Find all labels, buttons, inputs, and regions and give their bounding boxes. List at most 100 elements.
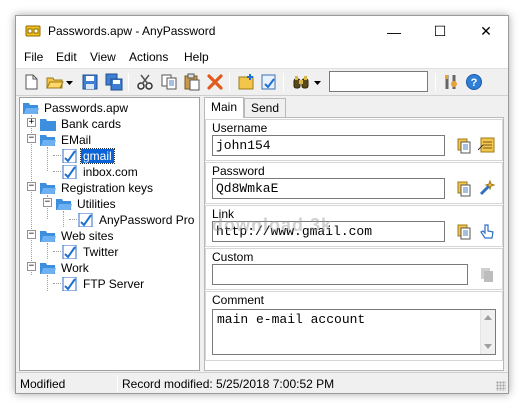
menu-edit[interactable]: Edit [56, 50, 77, 64]
resize-grip-icon[interactable] [496, 381, 506, 391]
paste-icon[interactable] [183, 73, 201, 91]
app-window: Passwords.apw - AnyPassword — ☐ ✕ File E… [15, 15, 509, 394]
tree-line [63, 211, 64, 227]
svg-text:?: ? [471, 77, 478, 89]
toolbar-separator [229, 73, 230, 91]
folder-icon [40, 119, 56, 131]
tree-view[interactable]: + − − − − − Passwords.apw Bank cards EMa… [19, 97, 200, 371]
tree-label: Utilities [77, 197, 116, 211]
tree-label: AnyPassword Pro [99, 213, 195, 227]
collapse-button[interactable]: − [27, 230, 36, 239]
tab-main[interactable]: Main [204, 97, 245, 118]
menu-help[interactable]: Help [184, 50, 209, 64]
scroll-down-icon[interactable] [484, 344, 492, 349]
copy-icon[interactable] [160, 73, 178, 91]
tree-line [47, 243, 48, 259]
copy-custom-icon[interactable] [478, 266, 496, 284]
open-dropdown-icon[interactable] [66, 79, 73, 86]
record-icon [62, 245, 77, 259]
open-folder-icon [23, 103, 39, 114]
toolbar: ? [16, 68, 508, 96]
status-bar: Modified Record modified: 5/25/2018 7:00… [16, 372, 508, 393]
toolbar-separator [128, 73, 129, 91]
search-input[interactable] [329, 71, 428, 92]
collapse-button[interactable]: − [43, 198, 52, 207]
collapse-button[interactable]: − [27, 182, 36, 191]
tree-folder-web-sites[interactable]: Web sites [40, 228, 115, 244]
tree-record-anypassword-pro[interactable]: AnyPassword Pro [78, 212, 196, 228]
help-icon[interactable]: ? [465, 73, 483, 91]
comment-textarea[interactable]: main e-mail account [212, 309, 496, 355]
tree-folder-utilities[interactable]: Utilities [56, 196, 118, 212]
record-icon [62, 149, 77, 163]
find-dropdown-icon[interactable] [314, 79, 321, 86]
minimize-button[interactable]: — [371, 16, 417, 47]
custom-group: Custom [205, 248, 503, 290]
username-field[interactable]: john154 [212, 135, 445, 156]
copy-username-icon[interactable] [455, 137, 473, 155]
username-group: Username john154 [205, 119, 503, 161]
tree-label: Registration keys [61, 181, 154, 195]
tree-record-gmail[interactable]: gmail [62, 148, 115, 164]
save-all-icon[interactable] [105, 73, 123, 91]
tree-record-ftp-server[interactable]: FTP Server [62, 276, 146, 292]
tree-record-twitter[interactable]: Twitter [62, 244, 120, 260]
copy-link-icon[interactable] [455, 223, 473, 241]
comment-label: Comment [212, 293, 265, 307]
open-folder-icon [40, 263, 56, 274]
options-icon[interactable] [442, 73, 460, 91]
tree-label: Work [61, 261, 89, 275]
collapse-button[interactable]: − [27, 134, 36, 143]
tree-label: gmail [80, 148, 115, 164]
tree-folder-registration-keys[interactable]: Registration keys [40, 180, 155, 196]
close-button[interactable]: ✕ [463, 16, 508, 47]
find-icon[interactable] [292, 73, 310, 91]
menu-actions[interactable]: Actions [129, 50, 168, 64]
delete-icon[interactable] [206, 73, 224, 91]
open-link-icon[interactable] [478, 223, 496, 241]
comment-group: Comment main e-mail account [205, 291, 503, 361]
open-folder-icon [40, 183, 56, 194]
expand-button[interactable]: + [27, 118, 36, 127]
generate-password-icon[interactable] [478, 179, 496, 197]
comment-scrollbar[interactable] [480, 310, 495, 354]
password-field[interactable]: Qd8WmkaE [212, 178, 445, 199]
tree-line [53, 155, 61, 156]
tree-label: FTP Server [83, 277, 145, 291]
tree-record-inbox[interactable]: inbox.com [62, 164, 140, 180]
tree-line [69, 219, 77, 220]
autotype-icon[interactable] [477, 136, 496, 154]
menu-bar: File Edit View Actions Help [16, 47, 508, 68]
tree-line [53, 171, 61, 172]
cut-icon[interactable] [136, 73, 154, 91]
tree-label: Bank cards [61, 117, 122, 131]
tree-folder-work[interactable]: Work [40, 260, 91, 276]
tree-label: Web sites [61, 229, 114, 243]
new-file-icon[interactable] [22, 73, 40, 91]
title-bar[interactable]: Passwords.apw - AnyPassword — ☐ ✕ [16, 16, 508, 47]
add-folder-icon[interactable] [260, 73, 278, 91]
add-record-icon[interactable] [237, 73, 255, 91]
tab-panel-main: Username john154 Password Qd8WmkaE Link … [204, 117, 504, 371]
tree-folder-email[interactable]: EMail [40, 132, 93, 148]
collapse-button[interactable]: − [27, 262, 36, 271]
copy-password-icon[interactable] [455, 180, 473, 198]
scroll-up-icon[interactable] [484, 315, 492, 320]
tree-root[interactable]: Passwords.apw [23, 100, 130, 116]
status-separator [117, 375, 118, 392]
maximize-button[interactable]: ☐ [417, 16, 463, 47]
tree-folder-bank-cards[interactable]: Bank cards [40, 116, 123, 132]
record-icon [62, 277, 77, 291]
tab-send[interactable]: Send [244, 98, 287, 117]
menu-file[interactable]: File [24, 50, 43, 64]
open-folder-icon[interactable] [46, 73, 64, 91]
menu-view[interactable]: View [90, 50, 116, 64]
open-folder-icon [40, 135, 56, 146]
password-label: Password [212, 164, 265, 178]
custom-field[interactable] [212, 264, 468, 285]
record-icon [62, 165, 77, 179]
app-keys-icon [25, 25, 41, 37]
open-folder-icon [40, 231, 56, 242]
tree-label: Passwords.apw [44, 101, 129, 115]
save-icon[interactable] [81, 73, 99, 91]
